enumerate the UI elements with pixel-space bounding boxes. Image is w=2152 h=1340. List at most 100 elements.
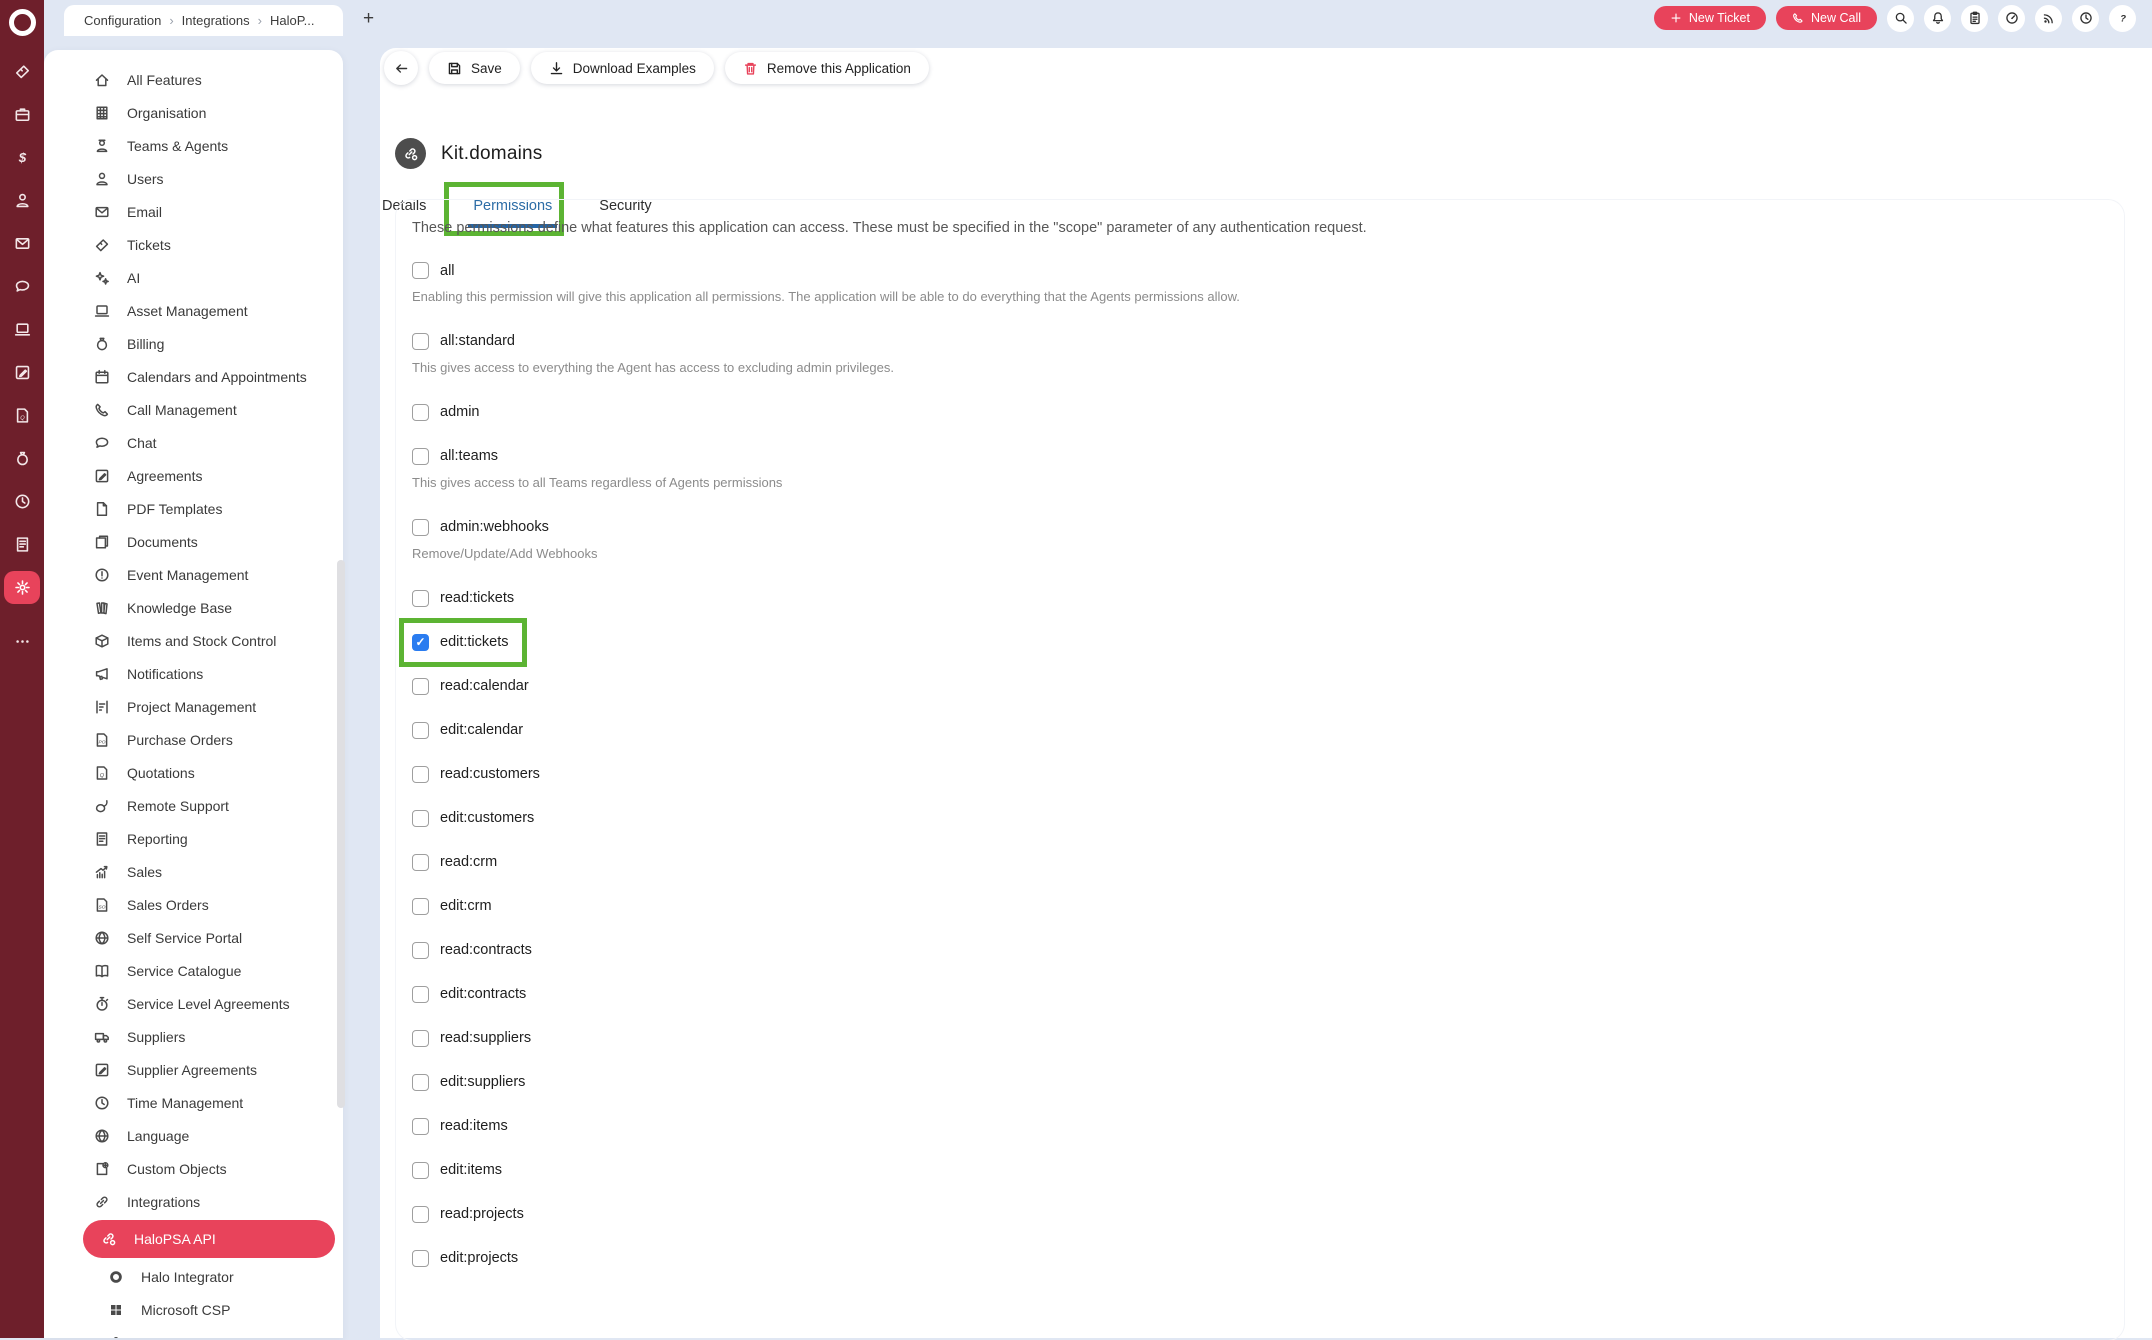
permission-checkbox[interactable] bbox=[412, 333, 429, 350]
permission-checkbox[interactable] bbox=[412, 1162, 429, 1179]
new-ticket-button[interactable]: .t{fill:currentColor;stroke:none;font-fa… bbox=[1654, 6, 1766, 30]
topbar-icon-button-bell[interactable]: .t{fill:currentColor;stroke:none;font-fa… bbox=[1924, 5, 1951, 32]
sidebar-item-remote-support[interactable]: .t{fill:currentColor;stroke:none;font-fa… bbox=[44, 789, 343, 822]
rail-item-briefcase[interactable]: .t{fill:currentColor;stroke:none;font-fa… bbox=[4, 98, 40, 131]
sidebar-item-integrations[interactable]: .t{fill:currentColor;stroke:none;font-fa… bbox=[44, 1185, 343, 1218]
permission-checkbox[interactable] bbox=[412, 810, 429, 827]
permission-checkbox[interactable] bbox=[412, 634, 429, 651]
permission-checkbox[interactable] bbox=[412, 1074, 429, 1091]
permission-checkbox[interactable] bbox=[412, 1030, 429, 1047]
sidebar-item-custom-objects[interactable]: .t{fill:currentColor;stroke:none;font-fa… bbox=[44, 1152, 343, 1185]
link-badge-icon: .t{fill:currentColor;stroke:none;font-fa… bbox=[101, 1231, 117, 1247]
breadcrumb-tab[interactable]: Configuration › Integrations › HaloP... bbox=[64, 5, 343, 36]
sidebar-item-notifications[interactable]: .t{fill:currentColor;stroke:none;font-fa… bbox=[44, 657, 343, 690]
sidebar-item-call-management[interactable]: .t{fill:currentColor;stroke:none;font-fa… bbox=[44, 393, 343, 426]
topbar-icon-button-rss[interactable]: .t{fill:currentColor;stroke:none;font-fa… bbox=[2035, 5, 2062, 32]
rail-item-dollar[interactable]: .t{fill:currentColor;stroke:none;font-fa… bbox=[4, 141, 40, 174]
permission-checkbox[interactable] bbox=[412, 942, 429, 959]
topbar-icon-button-gauge[interactable]: .t{fill:currentColor;stroke:none;font-fa… bbox=[1998, 5, 2025, 32]
breadcrumb-halopsa[interactable]: HaloP... bbox=[270, 13, 315, 28]
permission-checkbox[interactable] bbox=[412, 519, 429, 536]
sidebar-item-event-management[interactable]: .t{fill:currentColor;stroke:none;font-fa… bbox=[44, 558, 343, 591]
permission-checkbox[interactable] bbox=[412, 448, 429, 465]
topbar-icon-button-help[interactable]: .t{fill:currentColor;stroke:none;font-fa… bbox=[2109, 5, 2136, 32]
save-button[interactable]: .t{fill:currentColor;stroke:none;font-fa… bbox=[429, 52, 520, 84]
sidebar-item-billing[interactable]: .t{fill:currentColor;stroke:none;font-fa… bbox=[44, 327, 343, 360]
sidebar-item-language[interactable]: .t{fill:currentColor;stroke:none;font-fa… bbox=[44, 1119, 343, 1152]
permission-checkbox[interactable] bbox=[412, 1118, 429, 1135]
permission-checkbox[interactable] bbox=[412, 1206, 429, 1223]
sidebar-item-email[interactable]: .t{fill:currentColor;stroke:none;font-fa… bbox=[44, 195, 343, 228]
sidebar-item-items-and-stock-control[interactable]: .t{fill:currentColor;stroke:none;font-fa… bbox=[44, 624, 343, 657]
breadcrumb-integrations[interactable]: Integrations bbox=[182, 13, 250, 28]
permission-checkbox[interactable] bbox=[412, 766, 429, 783]
back-button[interactable]: .t{fill:currentColor;stroke:none;font-fa… bbox=[384, 51, 418, 85]
rail-item-laptop[interactable]: .t{fill:currentColor;stroke:none;font-fa… bbox=[4, 313, 40, 346]
sidebar-item-self-service-portal[interactable]: .t{fill:currentColor;stroke:none;font-fa… bbox=[44, 921, 343, 954]
sidebar-item-agreements[interactable]: .t{fill:currentColor;stroke:none;font-fa… bbox=[44, 459, 343, 492]
sidebar-item-microsoft-csp[interactable]: .t{fill:currentColor;stroke:none;font-fa… bbox=[44, 1293, 343, 1326]
sidebar-item-asset-management[interactable]: .t{fill:currentColor;stroke:none;font-fa… bbox=[44, 294, 343, 327]
sidebar-item-sales-orders[interactable]: .t{fill:currentColor;stroke:none;font-fa… bbox=[44, 888, 343, 921]
sidebar-item-label: Custom Objects bbox=[127, 1161, 227, 1177]
rail-item-doc-q[interactable]: .t{fill:currentColor;stroke:none;font-fa… bbox=[4, 399, 40, 432]
sidebar-item-ai[interactable]: .t{fill:currentColor;stroke:none;font-fa… bbox=[44, 261, 343, 294]
sidebar-item-service-level-agreements[interactable]: .t{fill:currentColor;stroke:none;font-fa… bbox=[44, 987, 343, 1020]
permission-checkbox[interactable] bbox=[412, 404, 429, 421]
sidebar-item-purchase-orders[interactable]: .t{fill:currentColor;stroke:none;font-fa… bbox=[44, 723, 343, 756]
sidebar-item-organisation[interactable]: .t{fill:currentColor;stroke:none;font-fa… bbox=[44, 96, 343, 129]
rail-item-ticket[interactable]: .t{fill:currentColor;stroke:none;font-fa… bbox=[4, 55, 40, 88]
rail-item-user[interactable]: .t{fill:currentColor;stroke:none;font-fa… bbox=[4, 184, 40, 217]
new-tab-button[interactable]: + bbox=[357, 8, 380, 29]
rail-item-money-bag[interactable]: .t{fill:currentColor;stroke:none;font-fa… bbox=[4, 442, 40, 475]
rail-item-dots[interactable]: .t{fill:currentColor;stroke:none;font-fa… bbox=[4, 625, 40, 658]
topbar-icon-button-search[interactable]: .t{fill:currentColor;stroke:none;font-fa… bbox=[1887, 5, 1914, 32]
halopsa-logo[interactable] bbox=[0, 0, 44, 44]
sidebar-item-sales[interactable]: .t{fill:currentColor;stroke:none;font-fa… bbox=[44, 855, 343, 888]
sidebar-item-documents[interactable]: .t{fill:currentColor;stroke:none;font-fa… bbox=[44, 525, 343, 558]
permission-checkbox[interactable] bbox=[412, 1250, 429, 1267]
sidebar-item-supplier-agreements[interactable]: .t{fill:currentColor;stroke:none;font-fa… bbox=[44, 1053, 343, 1086]
rail-item-clock[interactable]: .t{fill:currentColor;stroke:none;font-fa… bbox=[4, 485, 40, 518]
sidebar-item-service-catalogue[interactable]: .t{fill:currentColor;stroke:none;font-fa… bbox=[44, 954, 343, 987]
sidebar-item-suppliers[interactable]: .t{fill:currentColor;stroke:none;font-fa… bbox=[44, 1020, 343, 1053]
permission-item-edit-customers: edit:customers bbox=[412, 810, 2092, 827]
rail-item-report[interactable]: .t{fill:currentColor;stroke:none;font-fa… bbox=[4, 528, 40, 561]
permission-checkbox[interactable] bbox=[412, 262, 429, 279]
rail-item-edit-note[interactable]: .t{fill:currentColor;stroke:none;font-fa… bbox=[4, 356, 40, 389]
topbar-icon-button-clock[interactable]: .t{fill:currentColor;stroke:none;font-fa… bbox=[2072, 5, 2099, 32]
sidebar-item-teams-agents[interactable]: .t{fill:currentColor;stroke:none;font-fa… bbox=[44, 129, 343, 162]
permission-checkbox[interactable] bbox=[412, 986, 429, 1003]
sidebar-item-project-management[interactable]: .t{fill:currentColor;stroke:none;font-fa… bbox=[44, 690, 343, 723]
sidebar-item-webhooks[interactable]: .t{fill:currentColor;stroke:none;font-fa… bbox=[44, 1326, 343, 1338]
sidebar-item-tickets[interactable]: .t{fill:currentColor;stroke:none;font-fa… bbox=[44, 228, 343, 261]
permission-checkbox[interactable] bbox=[412, 854, 429, 871]
new-call-button[interactable]: .t{fill:currentColor;stroke:none;font-fa… bbox=[1776, 6, 1877, 30]
sidebar-item-reporting[interactable]: .t{fill:currentColor;stroke:none;font-fa… bbox=[44, 822, 343, 855]
topbar-icon-button-clipboard[interactable]: .t{fill:currentColor;stroke:none;font-fa… bbox=[1961, 5, 1988, 32]
sidebar-item-all-features[interactable]: .t{fill:currentColor;stroke:none;font-fa… bbox=[44, 63, 343, 96]
sidebar-item-quotations[interactable]: .t{fill:currentColor;stroke:none;font-fa… bbox=[44, 756, 343, 789]
rail-item-gear[interactable]: .t{fill:currentColor;stroke:none;font-fa… bbox=[4, 571, 40, 604]
rail-item-chat[interactable]: .t{fill:currentColor;stroke:none;font-fa… bbox=[4, 270, 40, 303]
rail-item-mail[interactable]: .t{fill:currentColor;stroke:none;font-fa… bbox=[4, 227, 40, 260]
sidebar-item-time-management[interactable]: .t{fill:currentColor;stroke:none;font-fa… bbox=[44, 1086, 343, 1119]
remove-application-button[interactable]: .t{fill:currentColor;stroke:none;font-fa… bbox=[725, 52, 929, 84]
sidebar-item-calendars-and-appointments[interactable]: .t{fill:currentColor;stroke:none;font-fa… bbox=[44, 360, 343, 393]
sidebar-item-halo-integrator[interactable]: .t{fill:currentColor;stroke:none;font-fa… bbox=[44, 1260, 343, 1293]
permission-checkbox[interactable] bbox=[412, 722, 429, 739]
permission-checkbox[interactable] bbox=[412, 678, 429, 695]
sidebar-item-halopsa-api[interactable]: .t{fill:currentColor;stroke:none;font-fa… bbox=[83, 1220, 335, 1258]
permission-checkbox[interactable] bbox=[412, 898, 429, 915]
breadcrumb-configuration[interactable]: Configuration bbox=[84, 13, 161, 28]
download-examples-button[interactable]: .t{fill:currentColor;stroke:none;font-fa… bbox=[531, 52, 714, 84]
clock-icon: .t{fill:currentColor;stroke:none;font-fa… bbox=[2079, 11, 2093, 25]
edit-note-icon: .t{fill:currentColor;stroke:none;font-fa… bbox=[94, 1062, 110, 1078]
sidebar-item-pdf-templates[interactable]: .t{fill:currentColor;stroke:none;font-fa… bbox=[44, 492, 343, 525]
sidebar-item-knowledge-base[interactable]: .t{fill:currentColor;stroke:none;font-fa… bbox=[44, 591, 343, 624]
sidebar-scrollbar[interactable] bbox=[337, 560, 345, 1108]
books-icon: .t{fill:currentColor;stroke:none;font-fa… bbox=[94, 600, 110, 616]
sidebar-item-users[interactable]: .t{fill:currentColor;stroke:none;font-fa… bbox=[44, 162, 343, 195]
sidebar-item-chat[interactable]: .t{fill:currentColor;stroke:none;font-fa… bbox=[44, 426, 343, 459]
permission-checkbox[interactable] bbox=[412, 590, 429, 607]
